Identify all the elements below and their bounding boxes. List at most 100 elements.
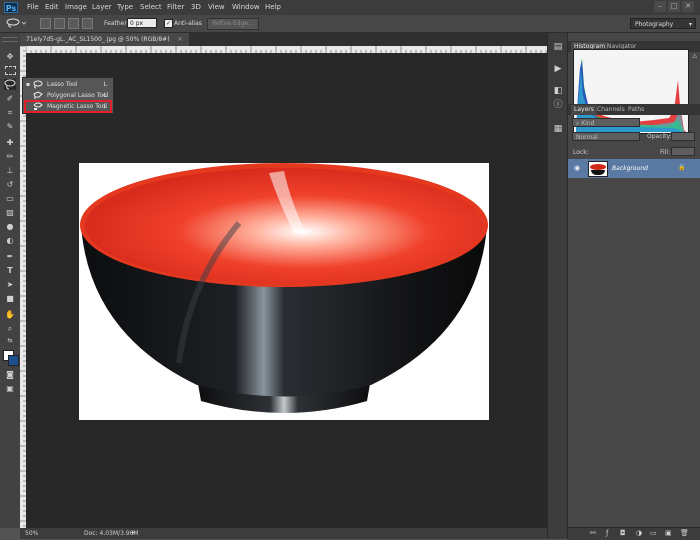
adjustment-layer-icon[interactable]: ◑ bbox=[636, 529, 642, 537]
new-layer-icon[interactable]: ▣ bbox=[665, 529, 672, 537]
close-window-button[interactable]: ✕ bbox=[682, 1, 694, 12]
flyout-shortcut: L bbox=[103, 81, 107, 88]
quick-mask-icon[interactable]: ◙ bbox=[4, 369, 16, 380]
menu-view[interactable]: View bbox=[208, 3, 225, 11]
type-tool-icon[interactable]: T bbox=[4, 265, 16, 276]
close-tab-icon[interactable]: × bbox=[177, 36, 182, 43]
dodge-tool-icon[interactable]: ◐ bbox=[4, 235, 16, 246]
tab-layers[interactable]: Layers bbox=[571, 105, 597, 115]
antialias-label: Anti-alias bbox=[174, 20, 202, 27]
workspace-value: Photography bbox=[635, 21, 674, 28]
screen-mode-icon[interactable]: ▣ bbox=[4, 383, 16, 394]
menu-layer[interactable]: Layer bbox=[92, 3, 112, 11]
swap-colors-icon[interactable]: ⇆ bbox=[4, 335, 16, 346]
workspace-dropdown[interactable]: Photography ▾ bbox=[630, 18, 696, 29]
rectangle-tool-icon[interactable]: ■ bbox=[4, 293, 16, 304]
opacity-input[interactable] bbox=[671, 132, 695, 141]
adjustments-panel-icon[interactable]: ◧ bbox=[552, 85, 564, 97]
menu-image[interactable]: Image bbox=[65, 3, 87, 11]
layer-mask-icon[interactable]: ◘ bbox=[620, 529, 626, 537]
clone-stamp-tool-icon[interactable]: ⊥ bbox=[4, 165, 16, 176]
bowl-image[interactable] bbox=[79, 163, 489, 420]
layer-kind-filter[interactable]: ⌕ Kind bbox=[572, 118, 640, 127]
add-selection-button[interactable] bbox=[54, 18, 65, 29]
menu-type[interactable]: Type bbox=[117, 3, 133, 11]
path-selection-tool-icon[interactable]: ➤ bbox=[4, 279, 16, 290]
link-layers-icon[interactable]: ⚯ bbox=[590, 529, 596, 537]
crop-tool-icon[interactable]: ⌗ bbox=[4, 107, 16, 118]
toolbar-grip[interactable] bbox=[2, 37, 18, 42]
document-tab[interactable]: 71ely7d5-gL._AC_SL1500_.jpg @ 50% (RGB/8… bbox=[20, 33, 189, 46]
menu-edit[interactable]: Edit bbox=[45, 3, 59, 11]
zoom-level[interactable]: 50% bbox=[25, 530, 38, 537]
healing-brush-tool-icon[interactable]: ✚ bbox=[4, 137, 16, 148]
fill-label: Fill: bbox=[660, 149, 671, 156]
flyout-label: Magnetic Lasso Tool bbox=[47, 103, 107, 110]
active-indicator-icon: ▪ bbox=[26, 81, 31, 88]
blend-mode-dropdown[interactable]: Normal bbox=[572, 132, 640, 141]
feather-label: Feather: bbox=[104, 20, 129, 27]
refine-edge-button[interactable]: Refine Edge... bbox=[207, 18, 259, 30]
menu-help[interactable]: Help bbox=[265, 3, 281, 11]
subtract-selection-button[interactable] bbox=[68, 18, 79, 29]
tab-channels[interactable]: Channels bbox=[594, 105, 628, 115]
intersect-selection-button[interactable] bbox=[82, 18, 93, 29]
magnetic-lasso-icon bbox=[33, 102, 43, 110]
document-tab-bar: 71ely7d5-gL._AC_SL1500_.jpg @ 50% (RGB/8… bbox=[20, 33, 547, 46]
actions-panel-icon[interactable]: ▶ bbox=[552, 63, 564, 75]
layers-footer: ⚯ ƒ ◘ ◑ ▭ ▣ 🗑 bbox=[568, 527, 700, 540]
pen-tool-icon[interactable]: ✒ bbox=[4, 251, 16, 262]
info-panel-icon[interactable]: ⓘ bbox=[552, 99, 564, 111]
menu-filter[interactable]: Filter bbox=[167, 3, 184, 11]
flyout-label: Lasso Tool bbox=[47, 81, 78, 88]
menu-bar: Ps File Edit Image Layer Type Select Fil… bbox=[0, 0, 700, 15]
menu-3d[interactable]: 3D bbox=[191, 3, 201, 11]
antialias-checkbox[interactable]: ✓ bbox=[164, 19, 173, 28]
marquee-tool-icon[interactable] bbox=[4, 65, 16, 76]
horizontal-ruler bbox=[25, 46, 547, 53]
kind-filter-label: Kind bbox=[581, 120, 595, 127]
flyout-item-polygonal-lasso[interactable]: Polygonal Lasso Tool L bbox=[25, 90, 111, 101]
quick-selection-tool-icon[interactable]: ✐ bbox=[4, 93, 16, 104]
flyout-shortcut: L bbox=[103, 103, 107, 110]
maximize-button[interactable]: □ bbox=[668, 1, 680, 12]
menu-window[interactable]: Window bbox=[232, 3, 260, 11]
properties-panel-icon[interactable]: ▦ bbox=[552, 123, 564, 135]
flyout-item-lasso[interactable]: ▪ Lasso Tool L bbox=[25, 79, 111, 90]
tab-paths[interactable]: Paths bbox=[625, 105, 647, 115]
gradient-tool-icon[interactable]: ▨ bbox=[4, 207, 16, 218]
history-panel-icon[interactable]: ▤ bbox=[552, 41, 564, 53]
new-group-icon[interactable]: ▭ bbox=[650, 529, 657, 537]
lock-label: Lock: bbox=[573, 149, 589, 156]
tools-panel: ✥ ✐ ⌗ ✎ ✚ ✏ ⊥ ↺ ▭ ▨ ● ◐ ✒ T ➤ ■ ✋ ⌕ ⇆ ◙ … bbox=[0, 33, 21, 528]
blur-tool-icon[interactable]: ● bbox=[4, 221, 16, 232]
layer-name: Background bbox=[612, 165, 648, 172]
feather-input[interactable]: 0 px bbox=[127, 18, 157, 28]
zoom-tool-icon[interactable]: ⌕ bbox=[4, 323, 16, 334]
visibility-eye-icon[interactable]: ◉ bbox=[574, 164, 580, 172]
eyedropper-tool-icon[interactable]: ✎ bbox=[4, 121, 16, 132]
panels-dock: Histogram Navigator ⚠ Layers Channels Pa… bbox=[567, 33, 700, 540]
lasso-tool-icon[interactable] bbox=[4, 79, 16, 90]
histogram-refresh-icon[interactable]: ⚠ bbox=[692, 53, 698, 60]
move-tool-icon[interactable]: ✥ bbox=[4, 51, 16, 62]
background-color-swatch[interactable] bbox=[8, 355, 19, 366]
history-brush-tool-icon[interactable]: ↺ bbox=[4, 179, 16, 190]
lasso-tool-flyout: ▪ Lasso Tool L Polygonal Lasso Tool L Ma… bbox=[22, 77, 114, 114]
layer-style-icon[interactable]: ƒ bbox=[606, 529, 608, 537]
hand-tool-icon[interactable]: ✋ bbox=[4, 309, 16, 320]
tool-preset-picker[interactable] bbox=[5, 18, 27, 28]
menu-file[interactable]: File bbox=[27, 3, 39, 11]
delete-layer-icon[interactable]: 🗑 bbox=[680, 529, 689, 537]
layer-row-background[interactable]: ◉ Background 🔒 bbox=[568, 159, 700, 178]
fill-input[interactable] bbox=[671, 147, 695, 156]
eraser-tool-icon[interactable]: ▭ bbox=[4, 193, 16, 204]
document-tab-title: 71ely7d5-gL._AC_SL1500_.jpg @ 50% (RGB/8… bbox=[26, 36, 170, 43]
minimize-button[interactable]: – bbox=[654, 1, 666, 12]
new-selection-button[interactable] bbox=[40, 18, 51, 29]
brush-tool-icon[interactable]: ✏ bbox=[4, 151, 16, 162]
menu-select[interactable]: Select bbox=[140, 3, 162, 11]
status-menu-arrow-icon[interactable]: ▸ bbox=[132, 529, 135, 536]
flyout-item-magnetic-lasso[interactable]: Magnetic Lasso Tool L bbox=[24, 100, 112, 113]
polygonal-lasso-icon bbox=[33, 91, 43, 99]
